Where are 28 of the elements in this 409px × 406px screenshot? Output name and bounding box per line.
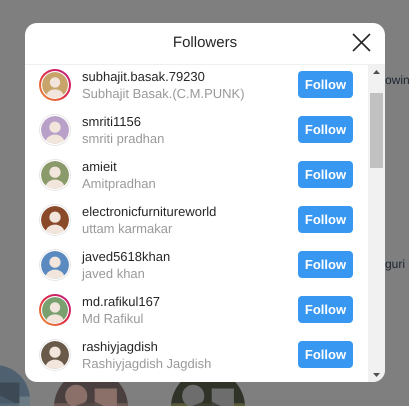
avatar-icon[interactable] [39, 158, 71, 190]
dialog-title: Followers [172, 33, 238, 54]
avatar-icon[interactable] [39, 68, 71, 100]
avatar-icon[interactable] [39, 204, 71, 236]
username-link[interactable]: subhajit.basak.79230 [82, 68, 298, 84]
full-name: javed khan [82, 264, 146, 282]
full-name: Rashiyjagdish Jagdish [82, 354, 212, 372]
full-name: Md Rafikul [82, 310, 144, 326]
full-name: uttam karmakar [82, 220, 174, 236]
username-link[interactable]: md.rafikul167 [82, 292, 298, 310]
username-link[interactable]: smriti1156 [82, 112, 298, 130]
username-link[interactable]: electronicfurnitureworld [82, 202, 298, 220]
scrollbar[interactable] [368, 65, 385, 382]
avatar-icon[interactable] [39, 338, 71, 370]
scroll-down-icon[interactable] [373, 373, 380, 377]
full-name: Subhajit Basak.(C.M.PUNK) [82, 84, 246, 102]
scrollbar-thumb[interactable] [370, 93, 383, 168]
username-link[interactable]: amieit [82, 158, 298, 174]
scroll-up-icon[interactable] [373, 70, 380, 74]
avatar-icon[interactable] [39, 294, 71, 326]
full-name: Amitpradhan [82, 174, 157, 192]
page-text: owin [385, 74, 409, 86]
username-link[interactable]: rashiyjagdish [82, 338, 298, 354]
page-text: guri [385, 258, 406, 270]
username-link[interactable]: javed5618khan [82, 248, 298, 264]
avatar-icon[interactable] [39, 248, 71, 280]
close-icon[interactable] [352, 33, 371, 52]
full-name: smriti pradhan [82, 130, 166, 146]
